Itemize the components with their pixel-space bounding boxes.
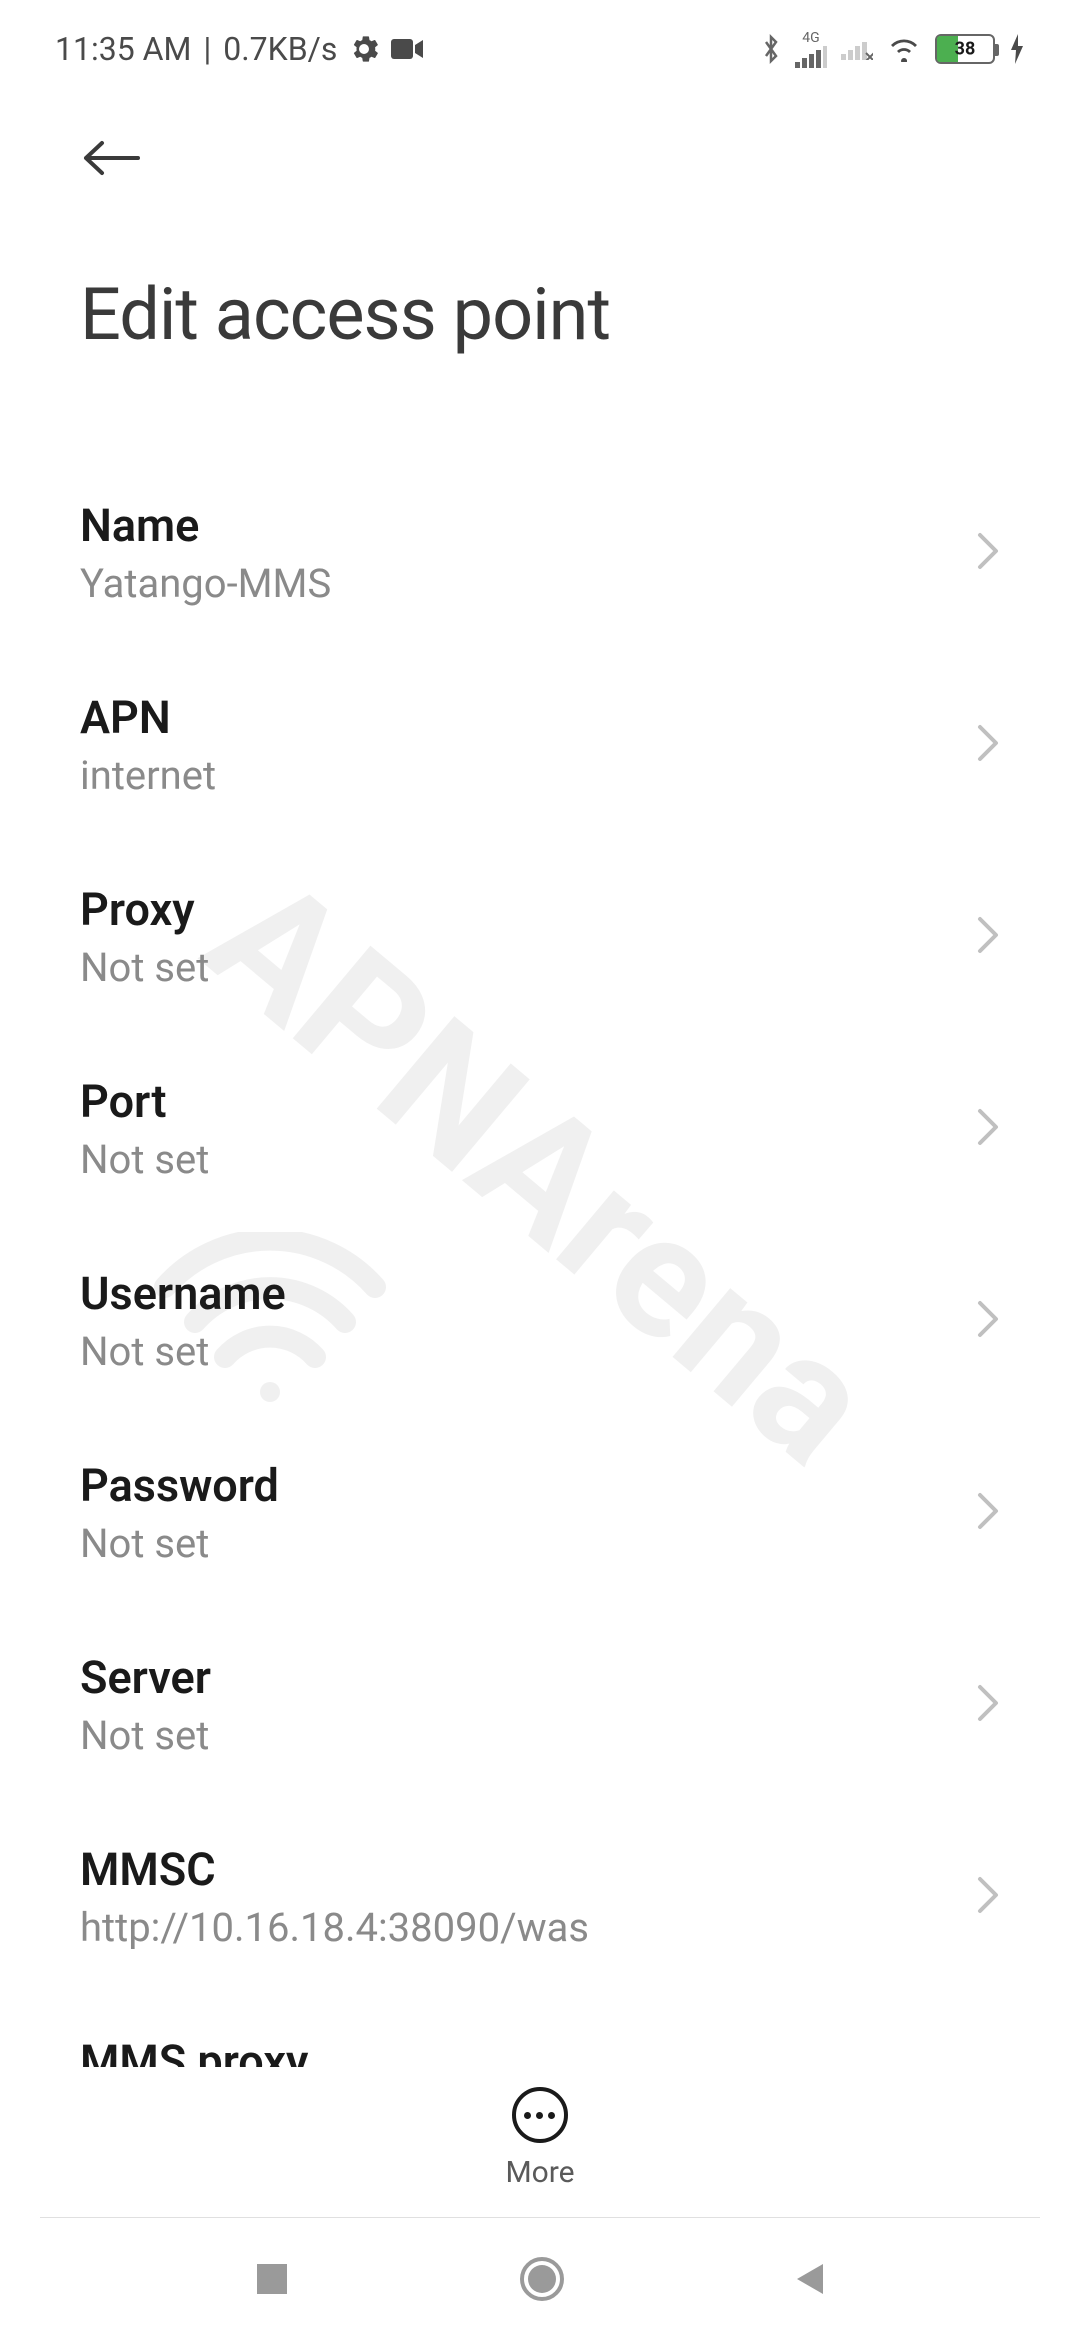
setting-row-proxy[interactable]: Proxy Not set <box>80 841 1000 1033</box>
square-icon <box>253 2260 291 2298</box>
setting-label: Port <box>80 1075 209 1128</box>
setting-label: Proxy <box>80 883 209 936</box>
chevron-right-icon <box>976 723 1000 767</box>
setting-label: Server <box>80 1651 211 1704</box>
nav-home-button[interactable] <box>518 2255 566 2303</box>
signal-no-sim-icon <box>841 38 873 60</box>
status-bar: 11:35 AM | 0.7KB/s 4G <box>0 0 1080 78</box>
navigation-bar <box>0 2218 1080 2340</box>
chevron-right-icon <box>976 1107 1000 1151</box>
chevron-right-icon <box>976 1683 1000 1727</box>
bluetooth-icon <box>761 33 781 65</box>
chevron-right-icon <box>976 915 1000 959</box>
back-button[interactable] <box>80 128 142 192</box>
status-data-rate: 0.7KB/s <box>223 30 337 68</box>
page-title: Edit access point <box>80 272 1000 357</box>
more-label: More <box>505 2155 574 2190</box>
chevron-right-icon <box>976 1299 1000 1343</box>
status-right: 4G 38 <box>761 30 1025 68</box>
setting-row-password[interactable]: Password Not set <box>80 1417 1000 1609</box>
header: Edit access point <box>0 78 1080 377</box>
bottom-toolbar: More <box>0 2067 1080 2210</box>
status-time: 11:35 AM <box>55 30 191 68</box>
signal-4g-icon: 4G <box>795 30 827 68</box>
setting-row-name[interactable]: Name Yatango-MMS <box>80 457 1000 649</box>
setting-value: Not set <box>80 944 209 991</box>
chevron-right-icon <box>976 1491 1000 1535</box>
setting-row-username[interactable]: Username Not set <box>80 1225 1000 1417</box>
setting-value: Not set <box>80 1712 211 1759</box>
charging-icon <box>1009 34 1025 64</box>
setting-row-port[interactable]: Port Not set <box>80 1033 1000 1225</box>
setting-row-server[interactable]: Server Not set <box>80 1609 1000 1801</box>
wifi-icon <box>887 36 921 62</box>
arrow-left-icon <box>80 138 142 178</box>
nav-back-button[interactable] <box>793 2260 827 2298</box>
triangle-left-icon <box>793 2260 827 2298</box>
setting-value: Not set <box>80 1328 286 1375</box>
chevron-right-icon <box>976 531 1000 575</box>
setting-row-apn[interactable]: APN internet <box>80 649 1000 841</box>
circle-icon <box>518 2255 566 2303</box>
more-button[interactable]: More <box>505 2087 574 2190</box>
setting-value: http://10.16.18.4:38090/was <box>80 1904 589 1951</box>
setting-value: Not set <box>80 1520 279 1567</box>
chevron-right-icon <box>976 1875 1000 1919</box>
setting-label: Username <box>80 1267 286 1320</box>
camera-icon <box>391 37 423 61</box>
setting-value: Not set <box>80 1136 209 1183</box>
more-icon <box>512 2087 568 2143</box>
setting-value: Yatango-MMS <box>80 560 331 607</box>
status-separator: | <box>203 30 211 68</box>
setting-label: APN <box>80 691 216 744</box>
setting-label: Password <box>80 1459 279 1512</box>
nav-recent-button[interactable] <box>253 2260 291 2298</box>
setting-label: Name <box>80 499 331 552</box>
gear-icon <box>349 34 379 64</box>
setting-row-mmsc[interactable]: MMSC http://10.16.18.4:38090/was <box>80 1801 1000 1993</box>
status-left: 11:35 AM | 0.7KB/s <box>55 30 423 68</box>
setting-label: MMSC <box>80 1843 589 1896</box>
settings-list: Name Yatango-MMS APN internet Proxy Not … <box>0 377 1080 2185</box>
battery-icon: 38 <box>935 34 995 64</box>
setting-value: internet <box>80 752 216 799</box>
